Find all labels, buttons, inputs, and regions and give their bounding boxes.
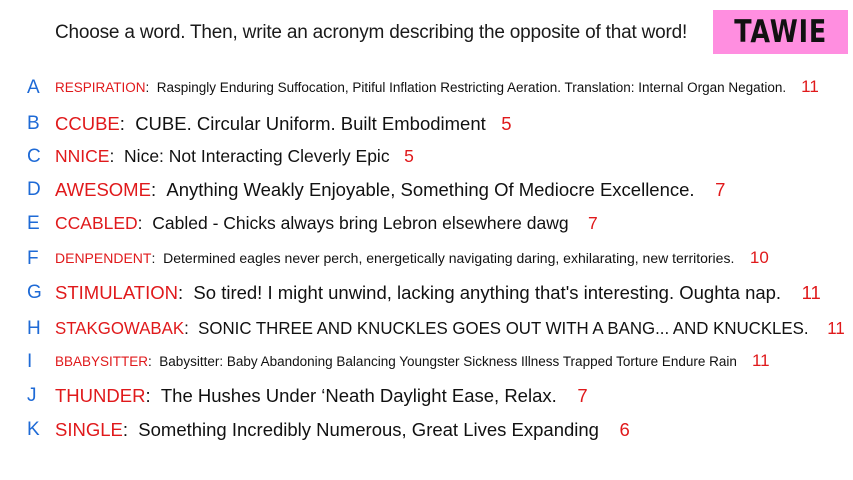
entry-letter: G	[27, 282, 42, 303]
entry-letter: B	[27, 113, 40, 134]
entry-definition: Babysitter: Baby Abandoning Balancing Yo…	[159, 354, 737, 369]
entry-word: CCABLED	[55, 213, 138, 233]
entry-definition: Cabled - Chicks always bring Lebron else…	[152, 213, 569, 233]
entry-word: CCUBE	[55, 113, 120, 134]
entry-score: 7	[588, 213, 598, 233]
entry-score: 11	[801, 77, 819, 96]
entry-score: 11	[827, 318, 845, 338]
entry-word: DENPENDENT	[55, 250, 152, 266]
prompt-text: Choose a word. Then, write an acronym de…	[55, 22, 688, 43]
logo-text: TAWIE	[734, 14, 827, 50]
entry-score: 10	[749, 248, 769, 267]
entry-definition: SONIC THREE AND KNUCKLES GOES OUT WITH A…	[198, 318, 809, 338]
entry-word: BBABYSITTER	[55, 354, 149, 369]
entry-letter: J	[27, 385, 37, 406]
entry-definition: Determined eagles never perch, energetic…	[163, 250, 735, 266]
entry-word: AWESOME	[55, 179, 151, 200]
entry-score: 7	[577, 385, 588, 406]
entry-letter: I	[27, 351, 33, 372]
entry-letter: D	[27, 179, 41, 200]
entry-word: NNICE	[55, 146, 110, 166]
entry-word: THUNDER	[55, 385, 146, 406]
entry-letter: A	[27, 77, 40, 98]
entry-definition: The Hushes Under ‘Neath Daylight Ease, R…	[160, 385, 557, 406]
entry-word: RESPIRATION	[55, 80, 146, 95]
entry-definition: Raspingly Enduring Suffocation, Pitiful …	[156, 80, 787, 95]
entry-score: 11	[801, 282, 821, 303]
entry-letter: F	[27, 248, 39, 269]
entry-score: 11	[751, 351, 770, 370]
entry-score: 5	[501, 113, 512, 134]
entry-score: 6	[619, 419, 630, 440]
entry-letter: K	[27, 419, 40, 440]
tawie-logo: TAWIE	[713, 10, 848, 54]
entry-definition: Anything Weakly Enjoyable, Something Of …	[166, 179, 695, 200]
entry-word: STAKGOWABAK	[55, 318, 185, 338]
entry-score: 5	[404, 146, 414, 166]
entry-score: 7	[715, 179, 726, 200]
entry-definition: So tired! I might unwind, lacking anythi…	[193, 282, 782, 303]
entry-definition: CUBE. Circular Uniform. Built Embodiment	[135, 113, 486, 134]
entry-word: SINGLE	[55, 419, 123, 440]
entry-definition: Nice: Not Interacting Cleverly Epic	[124, 146, 390, 166]
entry-letter: E	[27, 213, 40, 234]
entry-definition: Something Incredibly Numerous, Great Liv…	[138, 419, 599, 440]
entry-letter: H	[27, 318, 41, 339]
entry-letter: C	[27, 146, 41, 167]
entry-word: STIMULATION	[55, 282, 178, 303]
